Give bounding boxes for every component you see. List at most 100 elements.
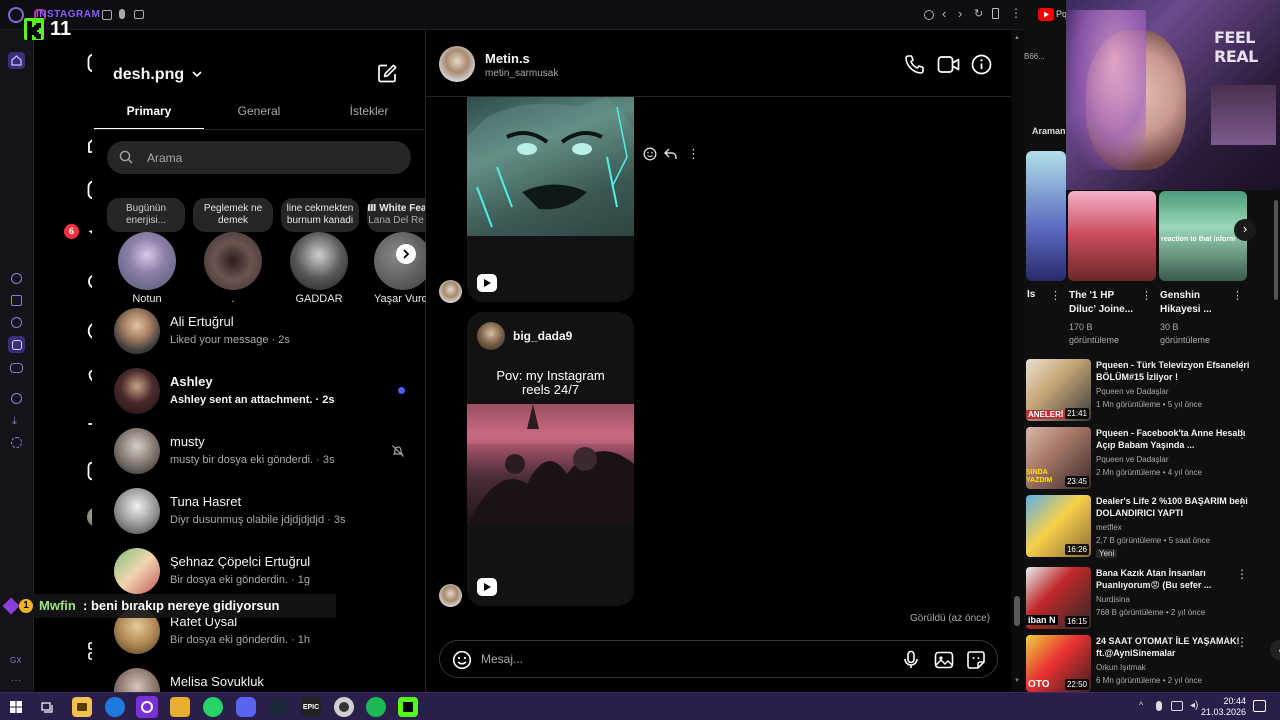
search-input[interactable]: Arama [107, 141, 411, 174]
tab-primary[interactable]: Primary [94, 104, 204, 118]
video-row[interactable]: SINDA YAZDIM 23:45 Pqueen - Facebook'ta … [1024, 427, 1280, 491]
message-composer[interactable]: Mesaj... [439, 640, 998, 678]
story-item[interactable]: Notun [116, 232, 178, 305]
short-title[interactable]: The '1 HP Diluc' Joine... [1069, 289, 1133, 317]
video-more-icon[interactable]: ⋮ [1236, 495, 1248, 509]
short-title[interactable]: Genshin Hikayesi ... [1160, 289, 1212, 317]
steam-icon[interactable] [268, 697, 288, 717]
scroll-thumb[interactable] [1014, 596, 1020, 626]
note-bubble[interactable]: Bugünün enerjisi... [107, 198, 185, 232]
video-more-icon[interactable]: ⋮ [1236, 567, 1248, 581]
discord-icon[interactable] [236, 697, 256, 717]
reply-icon[interactable] [663, 147, 678, 161]
epic-games-icon[interactable]: EPIC [301, 697, 321, 717]
sidebar-more-icon[interactable]: ··· [11, 675, 21, 686]
note-bubble[interactable]: Ⅲ White Fea Lana Del Re [367, 198, 425, 232]
search-fragment[interactable]: Araman [1032, 126, 1066, 136]
reload-icon[interactable]: ↻ [974, 7, 983, 20]
emoji-icon[interactable] [452, 650, 472, 670]
video-row[interactable]: 16:26 Dealer's Life 2 %100 BAŞARIM beni … [1024, 495, 1280, 559]
home-sidebar-icon[interactable] [8, 52, 25, 69]
chat-scrollbar[interactable]: ▲ ▼ [1011, 30, 1024, 692]
obs-icon[interactable] [334, 697, 354, 717]
camera-icon[interactable] [134, 10, 144, 19]
thread-row[interactable]: Melisa Sovukluk [112, 668, 422, 692]
tray-expand-icon[interactable]: ^ [1139, 700, 1143, 710]
opera-logo-icon[interactable] [8, 7, 24, 23]
settings-icon[interactable] [924, 10, 934, 20]
short-more-icon[interactable]: ⋮ [1050, 289, 1061, 302]
voice-message-icon[interactable] [903, 650, 919, 670]
edge-icon[interactable] [105, 697, 125, 717]
new-message-icon[interactable] [377, 63, 398, 84]
short-thumbnail[interactable] [1068, 191, 1156, 281]
twitch-sidebar-icon[interactable] [11, 295, 22, 306]
video-row[interactable]: iban N 16:15 Bana Kazık Atan İnsanları P… [1024, 567, 1280, 631]
tray-network-icon[interactable] [1171, 701, 1183, 711]
back-icon[interactable]: ‹ [942, 6, 946, 21]
shorts-next-button[interactable]: › [1234, 219, 1256, 241]
downloads-sidebar-icon[interactable]: ⤓ [12, 415, 17, 428]
forward-icon[interactable]: › [958, 6, 962, 21]
thread-row[interactable]: musty musty bir dosya eki gönderdi. · 3s [112, 428, 422, 488]
video-row[interactable]: OTO 22:50 24 SAAT OTOMAT İLE YAŞAMAK! ft… [1024, 635, 1280, 692]
scroll-down-arrow[interactable]: ▼ [1014, 678, 1020, 684]
whatsapp-icon[interactable] [203, 697, 223, 717]
react-emoji-icon[interactable] [643, 147, 657, 161]
message-more-icon[interactable]: ⋮ [687, 146, 700, 162]
spotify-icon[interactable] [366, 697, 386, 717]
chevron-down-icon[interactable] [192, 70, 202, 78]
thread-row[interactable]: Ashley Ashley sent an attachment. · 2s [112, 368, 422, 428]
tray-mic-icon[interactable] [1156, 701, 1162, 711]
tab-requests[interactable]: İstekler [314, 104, 424, 118]
history-sidebar-icon[interactable] [11, 393, 22, 404]
messenger-sidebar-icon[interactable] [11, 273, 22, 284]
short-more-icon[interactable]: ⋮ [1232, 289, 1243, 302]
sticker-icon[interactable] [966, 650, 986, 670]
discord-sidebar-icon[interactable] [10, 363, 23, 373]
video-row[interactable]: ANELERİ 21:41 Pqueen - Türk Televizyon E… [1024, 359, 1280, 423]
youtube-scrollbar[interactable] [1274, 200, 1278, 300]
video-call-icon[interactable] [937, 55, 960, 74]
message-input[interactable]: Mesaj... [481, 652, 523, 666]
video-more-icon[interactable]: ⋮ [1236, 427, 1248, 441]
note-bubble[interactable]: Peglemek ne demek [193, 198, 273, 232]
short-title[interactable]: Is [1027, 289, 1035, 300]
video-more-icon[interactable]: ⋮ [1236, 359, 1248, 373]
contact-name[interactable]: Metin.s [485, 51, 530, 66]
store-icon[interactable] [72, 697, 92, 717]
whatsapp-sidebar-icon[interactable] [11, 317, 22, 328]
task-view-icon[interactable] [37, 697, 57, 717]
taskbar-clock[interactable]: 20:44 21.03.2026 [1196, 696, 1246, 718]
conversation-info-icon[interactable] [971, 54, 992, 75]
instagram-sidebar-icon[interactable] [8, 336, 25, 353]
notification-center-icon[interactable] [1253, 700, 1266, 712]
stories-next-button[interactable] [396, 244, 416, 264]
microphone-icon[interactable] [119, 9, 125, 19]
note-bubble[interactable]: line cekmekten burnum kanadi [281, 198, 359, 232]
short-more-icon[interactable]: ⋮ [1141, 289, 1152, 302]
file-explorer-icon[interactable] [170, 697, 190, 717]
short-thumbnail[interactable] [1026, 151, 1066, 281]
thread-row[interactable]: Tuna Hasret Diyr dusunmuş olabile jdjdjd… [112, 488, 422, 548]
scroll-up-arrow[interactable]: ▲ [1014, 35, 1020, 41]
tab-general[interactable]: General [204, 104, 314, 118]
kick-app-icon[interactable] [398, 697, 418, 717]
video-more-icon[interactable]: ⋮ [1236, 635, 1248, 649]
shared-reel-message[interactable] [467, 97, 634, 302]
story-item[interactable]: Yaşar Vurde [374, 232, 426, 305]
menu-more-icon[interactable]: ⋮ [1010, 6, 1022, 20]
settings-sidebar-icon[interactable] [11, 437, 22, 448]
thread-row[interactable]: Ali Ertuğrul Liked your message · 2s [112, 308, 422, 368]
tab-screenshot-icon[interactable] [102, 10, 112, 20]
contact-avatar[interactable] [439, 46, 475, 82]
account-name[interactable]: desh.png [113, 66, 184, 84]
gallery-icon[interactable] [934, 650, 954, 670]
bookmark-icon[interactable] [992, 8, 999, 19]
story-item[interactable]: . [202, 232, 264, 305]
start-windows-icon[interactable] [6, 697, 26, 717]
phone-call-icon[interactable] [904, 54, 925, 75]
opera-gx-icon[interactable] [136, 696, 158, 718]
story-item[interactable]: GADDAR [288, 232, 350, 305]
shared-reel-message[interactable]: big_dada9 Pov: my Instagram reels 24/7 [467, 312, 634, 606]
